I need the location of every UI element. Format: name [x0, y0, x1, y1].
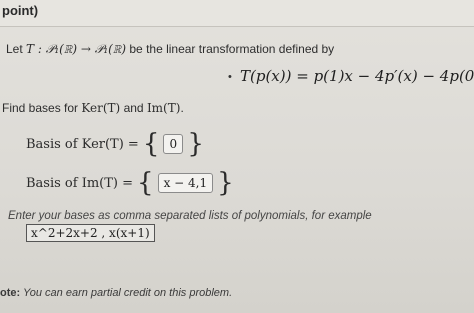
question-suffix: be the linear transformation defined by	[126, 42, 335, 56]
im-close-brace: }	[217, 168, 234, 198]
ker-basis-input[interactable]: 0	[163, 134, 184, 154]
problem-page: point) Let T : 𝒫₁(ℝ) → 𝒫₁(ℝ) be the line…	[0, 0, 474, 313]
im-open-brace: {	[137, 168, 154, 198]
answer-instructions: Enter your bases as comma separated list…	[8, 210, 372, 222]
find-suffix: .	[180, 101, 184, 115]
im-basis-input[interactable]: x − 4,1	[157, 173, 214, 193]
note-label: ote:	[0, 287, 21, 299]
im-basis-label: Basis of Im(T) =	[26, 175, 134, 191]
formula-bullet: •	[228, 71, 232, 83]
find-ker: Ker(T)	[81, 101, 121, 115]
example-answer: x^2+2x+2 , x(x+1)	[26, 224, 155, 242]
find-im: Im(T)	[146, 101, 181, 115]
ker-close-brace: }	[187, 129, 204, 159]
partial-credit-note: ote: You can earn partial credit on this…	[0, 287, 232, 299]
ker-basis-label: Basis of Ker(T) =	[26, 136, 139, 152]
transformation-signature: T : 𝒫₁(ℝ) → 𝒫₁(ℝ)	[26, 42, 127, 56]
find-bases-prompt: Find bases for Ker(T) and Im(T).	[2, 101, 184, 115]
note-text: You can earn partial credit on this prob…	[20, 287, 233, 299]
question-statement: Let T : 𝒫₁(ℝ) → 𝒫₁(ℝ) be the linear tran…	[6, 42, 334, 57]
find-and: and	[120, 101, 147, 115]
find-prefix: Find bases for	[2, 101, 82, 115]
im-answer-row: Basis of Im(T) = { x − 4,1 }	[26, 170, 238, 196]
points-label: point)	[2, 3, 39, 18]
ker-open-brace: {	[142, 129, 160, 159]
ker-answer-row: Basis of Ker(T) = { 0 }	[26, 131, 208, 157]
question-prefix: Let	[6, 42, 27, 56]
problem-header: point)	[0, 0, 474, 27]
transformation-formula: T(p(x)) = p(1)x − 4p′(x) − 4p(0)	[240, 67, 474, 85]
